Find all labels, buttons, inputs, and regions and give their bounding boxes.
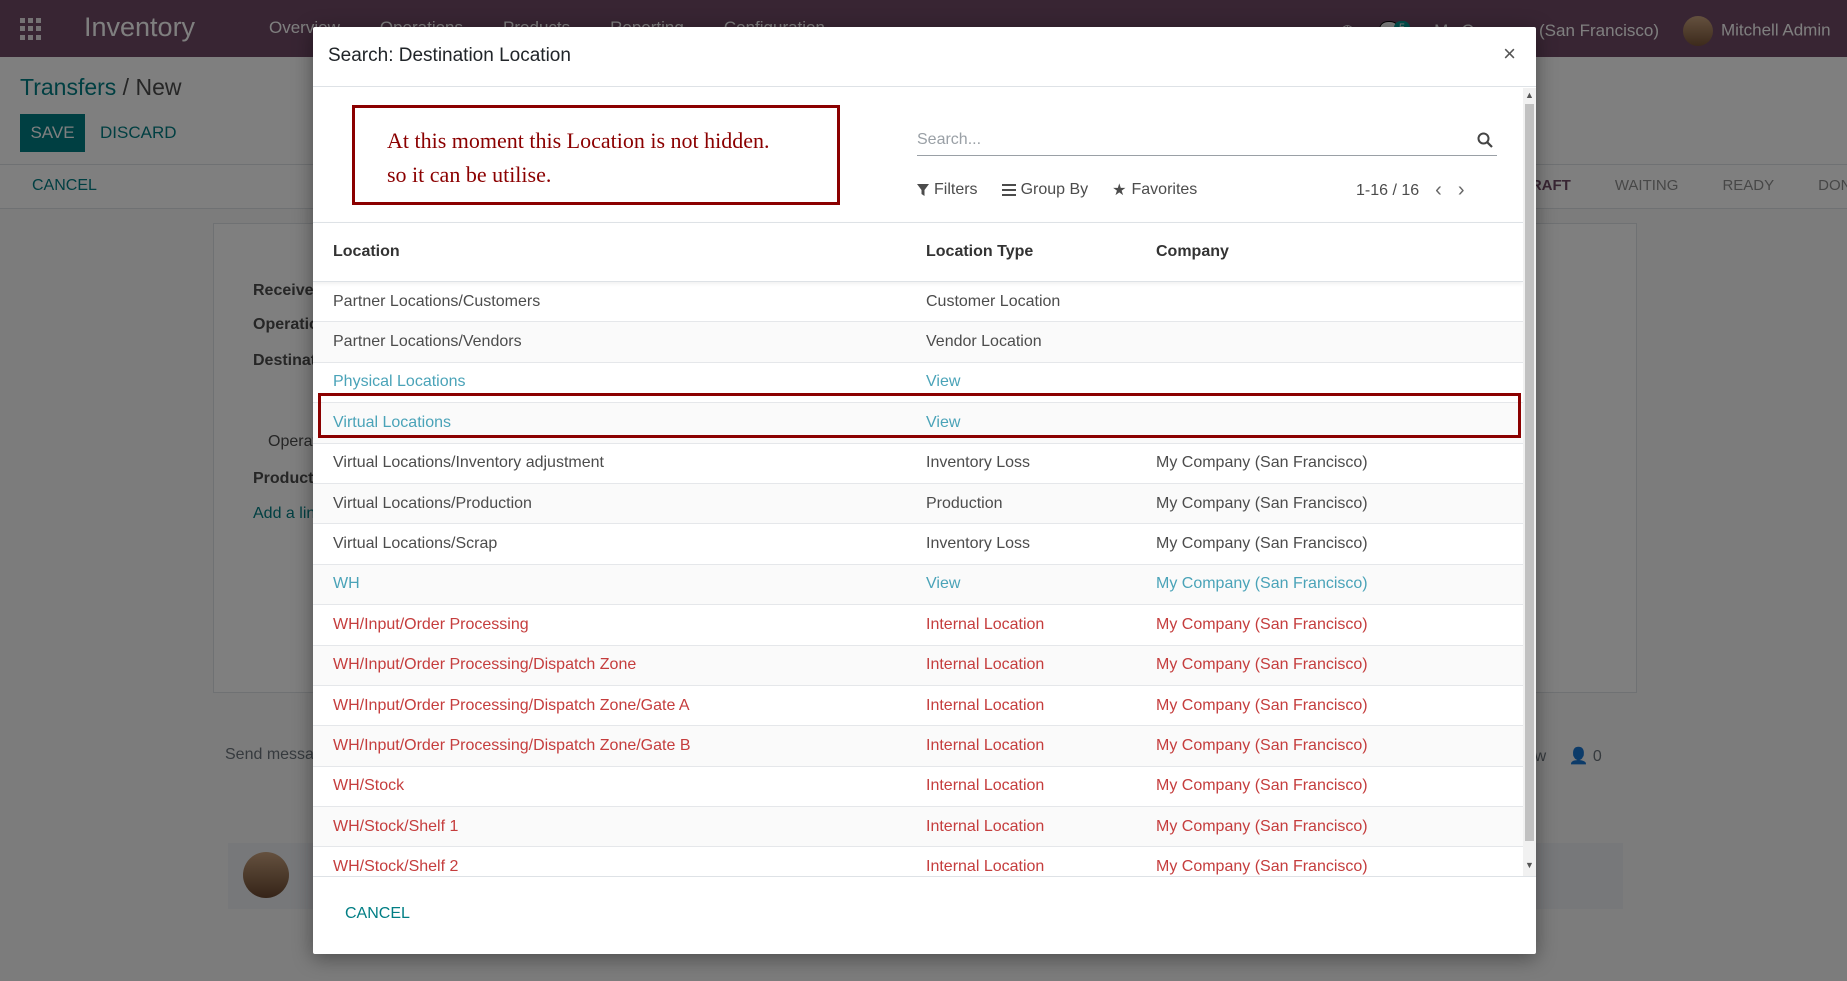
column-company[interactable]: Company	[1156, 243, 1229, 261]
cell-location-type: Internal Location	[926, 777, 1045, 795]
cell-company: My Company (San Francisco)	[1156, 615, 1368, 633]
search-input[interactable]	[917, 126, 1457, 154]
table-row[interactable]: WH View My Company (San Francisco)	[313, 564, 1523, 606]
cell-location: WH/Stock/Shelf 2	[333, 858, 459, 876]
table-row[interactable]: WH/Input/Order Processing/Dispatch Zone/…	[313, 686, 1523, 727]
cell-company: My Company (San Francisco)	[1156, 454, 1368, 472]
modal-body: At this moment this Location is not hidd…	[313, 88, 1536, 876]
annotation-line-1: At this moment this Location is not hidd…	[387, 128, 770, 153]
cell-company: My Company (San Francisco)	[1156, 494, 1368, 512]
cell-location: WH/Stock/Shelf 1	[333, 817, 459, 835]
favorites-label: Favorites	[1131, 181, 1198, 198]
modal-title: Search: Destination Location	[328, 45, 571, 66]
table-row[interactable]: Virtual Locations/Scrap Inventory Loss My …	[313, 524, 1523, 565]
column-location[interactable]: Location	[333, 243, 400, 261]
filters-dropdown[interactable]: Filters	[917, 180, 978, 200]
modal-footer: CANCEL	[313, 876, 1536, 954]
table-row[interactable]: Virtual Locations View	[313, 403, 1523, 444]
cell-location: WH	[333, 575, 360, 593]
cell-location: Virtual Locations/Scrap	[333, 535, 498, 553]
cell-company: My Company (San Francisco)	[1156, 575, 1368, 593]
cell-location: Partner Locations/Customers	[333, 292, 541, 310]
cell-location: Partner Locations/Vendors	[333, 333, 522, 351]
cell-company: My Company (San Francisco)	[1156, 535, 1368, 553]
filters-label: Filters	[934, 181, 978, 198]
cell-location-type: Internal Location	[926, 696, 1045, 714]
cell-location-type: Vendor Location	[926, 333, 1042, 351]
scroll-down-arrow-icon[interactable]: ▼	[1525, 860, 1534, 870]
search-options: Filters Group By ★ Favorites	[917, 180, 1197, 200]
modal-header: Search: Destination Location ×	[313, 27, 1536, 87]
cell-company: My Company (San Francisco)	[1156, 858, 1368, 876]
pager-next-icon[interactable]: ›	[1458, 179, 1465, 202]
pager-previous-icon[interactable]: ‹	[1435, 179, 1442, 202]
cancel-button[interactable]: CANCEL	[345, 905, 410, 923]
cell-location-type: Internal Location	[926, 858, 1045, 876]
table-row[interactable]: WH/Input/Order Processing Internal Locati…	[313, 605, 1523, 646]
cell-location: WH/Input/Order Processing/Dispatch Zone	[333, 656, 637, 674]
pager: 1-16 / 16 ‹ ›	[1356, 179, 1465, 202]
cell-company: My Company (San Francisco)	[1156, 817, 1368, 835]
cell-location-type: Inventory Loss	[926, 535, 1031, 553]
cell-location: Virtual Locations/Production	[333, 494, 532, 512]
table-header: Location Location Type Company	[313, 222, 1523, 282]
group-by-label: Group By	[1020, 181, 1089, 198]
cell-location: WH/Input/Order Processing	[333, 615, 529, 633]
cell-location: Virtual Locations	[333, 413, 451, 431]
table-row[interactable]: WH/Stock/Shelf 1 Internal Location My Comp…	[313, 807, 1523, 848]
cell-company: My Company (San Francisco)	[1156, 777, 1368, 795]
cell-company: My Company (San Francisco)	[1156, 736, 1368, 754]
close-icon[interactable]: ×	[1503, 41, 1516, 67]
cell-location-type: View	[926, 575, 961, 593]
table-row[interactable]: WH/Stock Internal Location My Company (San…	[313, 767, 1523, 808]
column-location-type[interactable]: Location Type	[926, 243, 1033, 261]
table-row[interactable]: WH/Input/Order Processing/Dispatch Zone/…	[313, 726, 1523, 767]
cell-location-type: Internal Location	[926, 817, 1045, 835]
annotation-callout: At this moment this Location is not hidd…	[352, 105, 840, 205]
modal-scrollbar[interactable]: ▲ ▼	[1523, 88, 1536, 876]
cell-location-type: Internal Location	[926, 736, 1045, 754]
cell-location: Virtual Locations/Inventory adjustment	[333, 454, 604, 472]
cell-location: WH/Stock	[333, 777, 405, 795]
search-destination-location-dialog: Search: Destination Location × At this m…	[313, 27, 1536, 954]
table-row[interactable]: WH/Input/Order Processing/Dispatch Zone I…	[313, 645, 1523, 686]
annotation-line-2: so it can be utilise.	[387, 162, 552, 187]
cell-location-type: Production	[926, 494, 1003, 512]
group-by-icon	[1001, 184, 1016, 196]
pager-value[interactable]: 1-16 / 16	[1356, 182, 1419, 200]
star-icon: ★	[1112, 182, 1127, 199]
cell-location-type: Inventory Loss	[926, 454, 1031, 472]
cell-location: Physical Locations	[333, 373, 466, 391]
cell-company: My Company (San Francisco)	[1156, 696, 1368, 714]
cell-location-type: Customer Location	[926, 292, 1061, 310]
search-icon[interactable]	[1477, 132, 1493, 148]
location-table-body: Partner Locations/Customers Customer Loca…	[313, 282, 1523, 876]
table-row[interactable]: Partner Locations/Customers Customer Loca…	[313, 282, 1523, 323]
scroll-thumb[interactable]	[1525, 104, 1534, 841]
group-by-dropdown[interactable]: Group By	[1001, 180, 1089, 200]
table-row[interactable]: Virtual Locations/Production Production My…	[313, 483, 1523, 525]
cell-company: My Company (San Francisco)	[1156, 656, 1368, 674]
filter-icon	[917, 184, 929, 196]
favorites-dropdown[interactable]: ★ Favorites	[1112, 180, 1197, 200]
cell-location-type: Internal Location	[926, 615, 1045, 633]
table-row[interactable]: Physical Locations View	[313, 363, 1523, 404]
cell-location: WH/Input/Order Processing/Dispatch Zone/…	[333, 736, 691, 754]
table-row[interactable]: Partner Locations/Vendors Vendor Location	[313, 322, 1523, 363]
search-bar	[917, 126, 1497, 156]
scroll-up-arrow-icon[interactable]: ▲	[1525, 90, 1534, 100]
table-row[interactable]: WH/Stock/Shelf 2 Internal Location My Comp…	[313, 847, 1523, 876]
cell-location-type: Internal Location	[926, 656, 1045, 674]
cell-location-type: View	[926, 413, 961, 431]
cell-location-type: View	[926, 373, 961, 391]
cell-location: WH/Input/Order Processing/Dispatch Zone/…	[333, 696, 690, 714]
table-row[interactable]: Virtual Locations/Inventory adjustment In…	[313, 444, 1523, 484]
